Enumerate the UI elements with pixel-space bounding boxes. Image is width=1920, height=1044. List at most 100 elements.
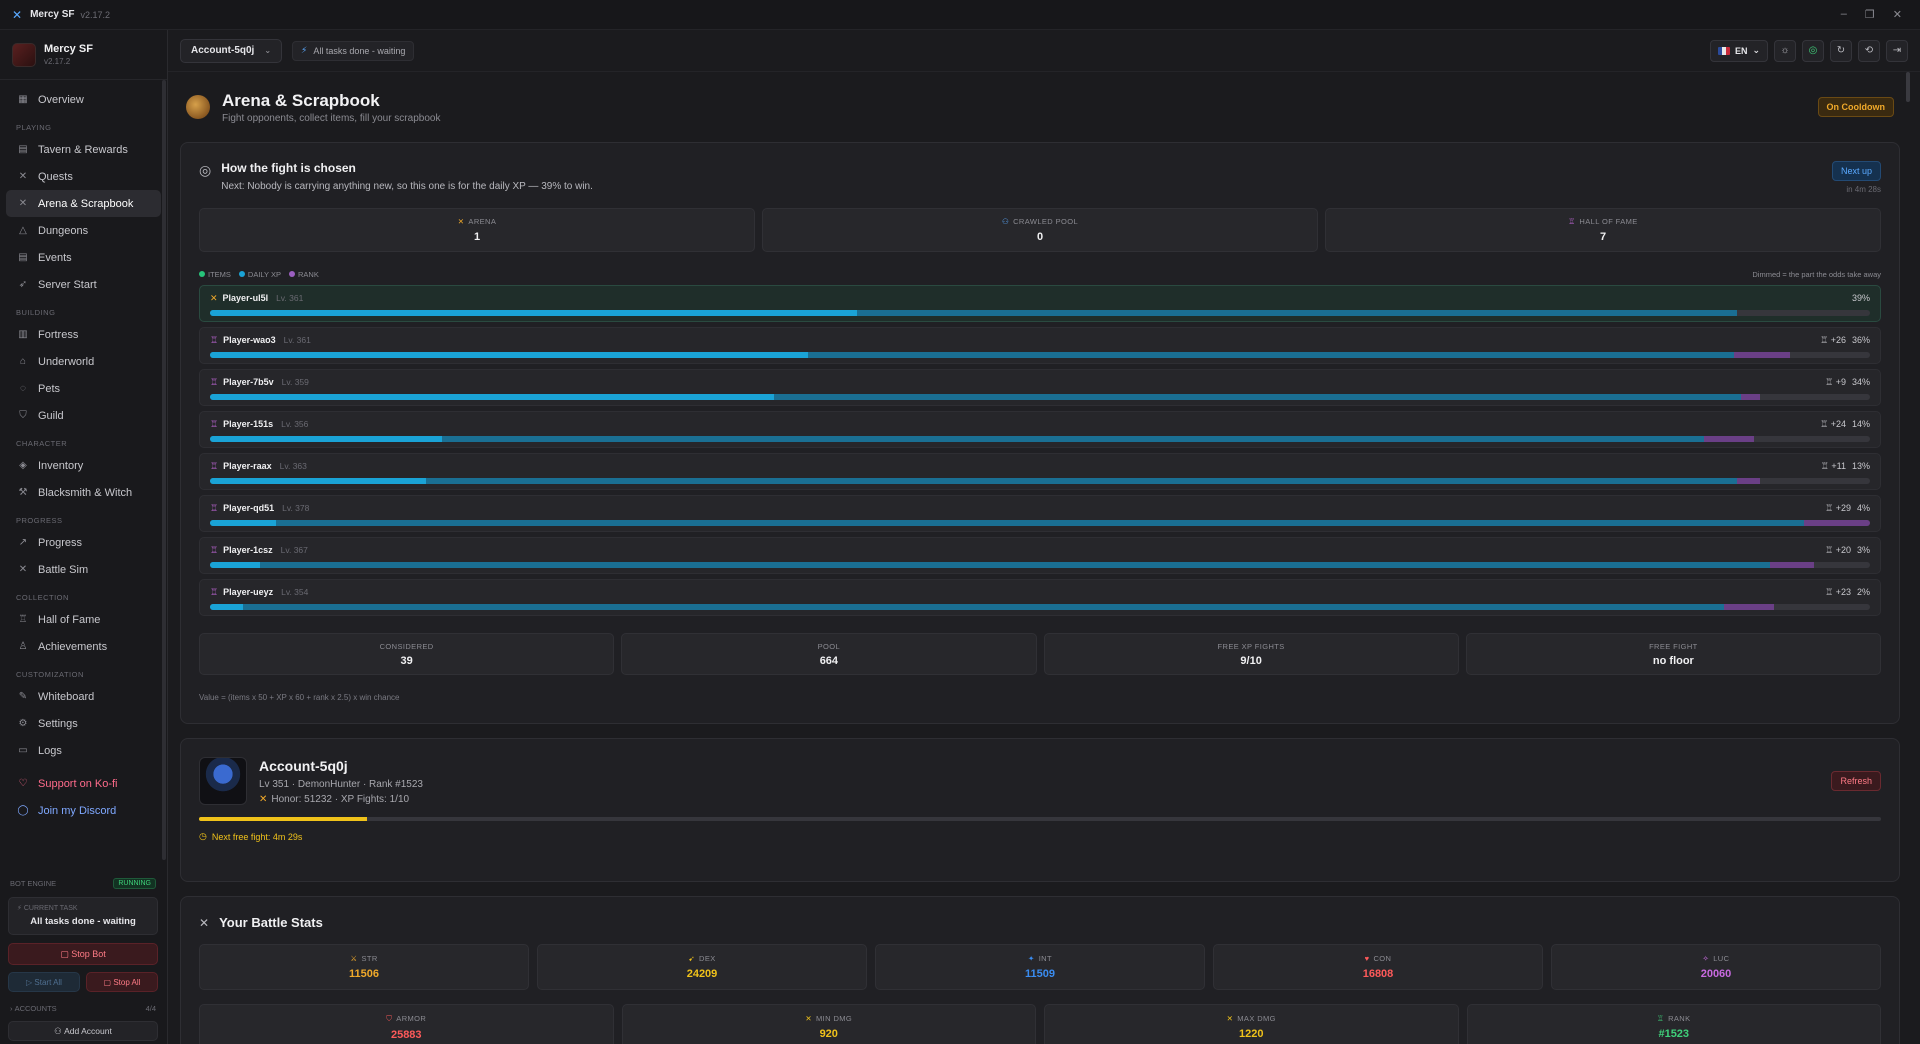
opponent-value-bar <box>210 436 1870 442</box>
sidebar-item-underworld[interactable]: ⌂ Underworld <box>6 348 161 375</box>
swords-icon: ✕ <box>18 198 28 209</box>
stat-icon: ➹ <box>688 954 696 963</box>
opponent-row[interactable]: ♖ Player-ueyz Lv. 354 ♖ +23 2% <box>199 579 1881 616</box>
battle-stat-label: INT <box>1038 954 1052 963</box>
opponent-name: Player-ul5l <box>222 293 269 303</box>
sidebar-item-label: Server Start <box>38 278 97 291</box>
reload-button[interactable]: ⟲ <box>1858 39 1880 62</box>
opponent-level: Lv. 367 <box>280 545 308 555</box>
opponent-level: Lv. 356 <box>281 419 309 429</box>
opponent-win-chance: 14% <box>1851 418 1870 429</box>
stat-free-fight: FREE FIGHT no floor <box>1465 633 1881 675</box>
opponent-win-chance: 39% <box>1851 293 1870 303</box>
sidebar-item-hall-of-fame[interactable]: ♖ Hall of Fame <box>6 606 161 633</box>
sidebar-item-battle-sim[interactable]: ✕ Battle Sim <box>6 556 161 583</box>
add-account-button[interactable]: ⚇ Add Account <box>8 1021 158 1041</box>
rotate-icon: ⟲ <box>1864 45 1874 56</box>
battle-stat-int: ✦ INT 11509 <box>875 944 1205 990</box>
battle-stat-label: STR <box>361 954 378 963</box>
opponent-row[interactable]: ♖ Player-raax Lv. 363 ♖ +11 13% <box>199 453 1881 490</box>
sidebar-item-progress[interactable]: ↗ Progress <box>6 529 161 556</box>
shield-icon: ⛉ <box>19 410 27 421</box>
sidebar-item-fortress[interactable]: ▥ Fortress <box>6 321 161 348</box>
stop-bot-label: Stop Bot <box>71 949 106 959</box>
sidebar-item-kofi[interactable]: ♡ Support on Ko-fi <box>6 770 161 797</box>
sidebar-item-arena[interactable]: ✕ Arena & Scrapbook <box>6 190 161 217</box>
window-titlebar: ✕ Mercy SF v2.17.2 – ❐ ✕ <box>0 0 1920 30</box>
legend-note: Dimmed = the part the odds take away <box>1752 269 1881 279</box>
trophy-icon: ♖ <box>210 376 219 387</box>
opponent-row[interactable]: ♖ Player-wao3 Lv. 361 ♖ +26 36% <box>199 327 1881 364</box>
start-all-button[interactable]: ▷ Start All <box>8 972 80 992</box>
stat-label: FREE XP FIGHTS <box>1217 642 1285 651</box>
sidebar-item-overview[interactable]: ▦ Overview <box>6 86 161 113</box>
opponent-row[interactable]: ♖ Player-qd51 Lv. 378 ♖ +29 4% <box>199 495 1881 532</box>
battle-stat-min-dmg: ✕ MIN DMG 920 <box>621 1004 1036 1044</box>
xp-win-segment <box>210 478 426 484</box>
source-row: ✕ ARENA 1 ⚇ CRAWLED POOL 0 ♖ HALL OF FAME 7 <box>199 208 1881 252</box>
close-icon[interactable]: ✕ <box>1893 8 1902 21</box>
battle-stat-value: 11506 <box>349 968 379 980</box>
sidebar-item-logs[interactable]: ▭ Logs <box>6 737 161 764</box>
main-scrollbar[interactable] <box>1906 72 1910 102</box>
language-value: EN <box>1734 45 1748 56</box>
opponent-row[interactable]: ✕ Player-ul5l Lv. 361 39% <box>199 285 1881 322</box>
sidebar-item-events[interactable]: ▤ Events <box>6 244 161 271</box>
page-subtitle: Fight opponents, collect items, fill you… <box>222 112 441 124</box>
minimize-icon[interactable]: – <box>1841 8 1847 21</box>
brand-version: v2.17.2 <box>44 57 71 66</box>
stat-considered: CONSIDERED 39 <box>199 633 615 675</box>
opponent-value-bar <box>210 352 1870 358</box>
language-select[interactable]: EN ⌄ <box>1709 39 1768 62</box>
accounts-row[interactable]: › ACCOUNTS 4/4 <box>8 1004 158 1013</box>
battle-stat-label: MIN DMG <box>816 1014 853 1023</box>
trophy-icon: ♖ <box>1825 544 1836 555</box>
page-title: Arena & Scrapbook <box>222 90 380 110</box>
opponent-row[interactable]: ♖ Player-7b5v Lv. 359 ♖ +9 34% <box>199 369 1881 406</box>
visibility-toggle-button[interactable]: ◎ <box>1802 39 1824 62</box>
stop-all-button[interactable]: ▢ Stop All <box>86 972 158 992</box>
gear-icon: ⚙ <box>18 718 28 729</box>
sidebar-scrollbar[interactable] <box>162 80 166 860</box>
sidebar-item-label: Progress <box>38 536 83 549</box>
opponent-name: Player-wao3 <box>223 335 276 345</box>
sidebar-item-dungeons[interactable]: △ Dungeons <box>6 217 161 244</box>
sidebar-item-discord[interactable]: ◯ Join my Discord <box>6 797 161 824</box>
maximize-icon[interactable]: ❐ <box>1865 8 1875 21</box>
chevron-down-icon: ⌄ <box>264 46 272 55</box>
sidebar-item-label: Battle Sim <box>38 563 89 576</box>
stat-label: POOL <box>817 642 841 651</box>
source-label: HALL OF FAME <box>1579 217 1638 226</box>
sidebar-item-quests[interactable]: ✕ Quests <box>6 163 161 190</box>
sidebar-item-guild[interactable]: ⛉ Guild <box>6 402 161 429</box>
sidebar-item-blacksmith[interactable]: ⚒ Blacksmith & Witch <box>6 479 161 506</box>
refresh-button[interactable]: Refresh <box>1831 771 1881 791</box>
account-honor: Honor: 51232 · XP Fights: 1/10 <box>271 793 410 805</box>
sidebar-item-achievements[interactable]: ♙ Achievements <box>6 633 161 660</box>
hammer-icon: ⚒ <box>18 487 28 498</box>
sidebar-item-pets[interactable]: ◌ Pets <box>6 375 161 402</box>
fight-card-title: How the fight is chosen <box>221 161 356 175</box>
logout-button[interactable]: ⇥ <box>1886 39 1908 62</box>
stat-icon: ⛉ <box>386 1014 393 1023</box>
sidebar-item-tavern[interactable]: ▤ Tavern & Rewards <box>6 136 161 163</box>
sidebar-item-inventory[interactable]: ◈ Inventory <box>6 452 161 479</box>
main-content: Arena & Scrapbook Fight opponents, colle… <box>168 72 1912 1044</box>
refresh-icon: ↻ <box>1836 45 1846 56</box>
opponent-row[interactable]: ♖ Player-151s Lv. 356 ♖ +24 14% <box>199 411 1881 448</box>
fight-card-desc: Next: Nobody is carrying anything new, s… <box>221 181 593 192</box>
app-version: v2.17.2 <box>80 9 111 20</box>
opponent-row[interactable]: ♖ Player-1csz Lv. 367 ♖ +20 3% <box>199 537 1881 574</box>
sidebar-item-whiteboard[interactable]: ✎ Whiteboard <box>6 683 161 710</box>
sync-button[interactable]: ↻ <box>1830 39 1852 62</box>
opponent-rank-gain: +23 <box>1835 586 1851 597</box>
free-fight-progress <box>199 817 1881 821</box>
stop-bot-button[interactable]: ▢ Stop Bot <box>8 943 158 965</box>
account-select[interactable]: Account-5q0j ⌄ <box>180 38 283 63</box>
cooldown-badge: On Cooldown <box>1817 97 1894 117</box>
sidebar-item-server-start[interactable]: ➶ Server Start <box>6 271 161 298</box>
account-card: Account-5q0j Lv 351 · DemonHunter · Rank… <box>180 738 1900 882</box>
theme-toggle-button[interactable]: ☼ <box>1774 39 1796 62</box>
window-controls: – ❐ ✕ <box>1841 8 1908 21</box>
sidebar-item-settings[interactable]: ⚙ Settings <box>6 710 161 737</box>
